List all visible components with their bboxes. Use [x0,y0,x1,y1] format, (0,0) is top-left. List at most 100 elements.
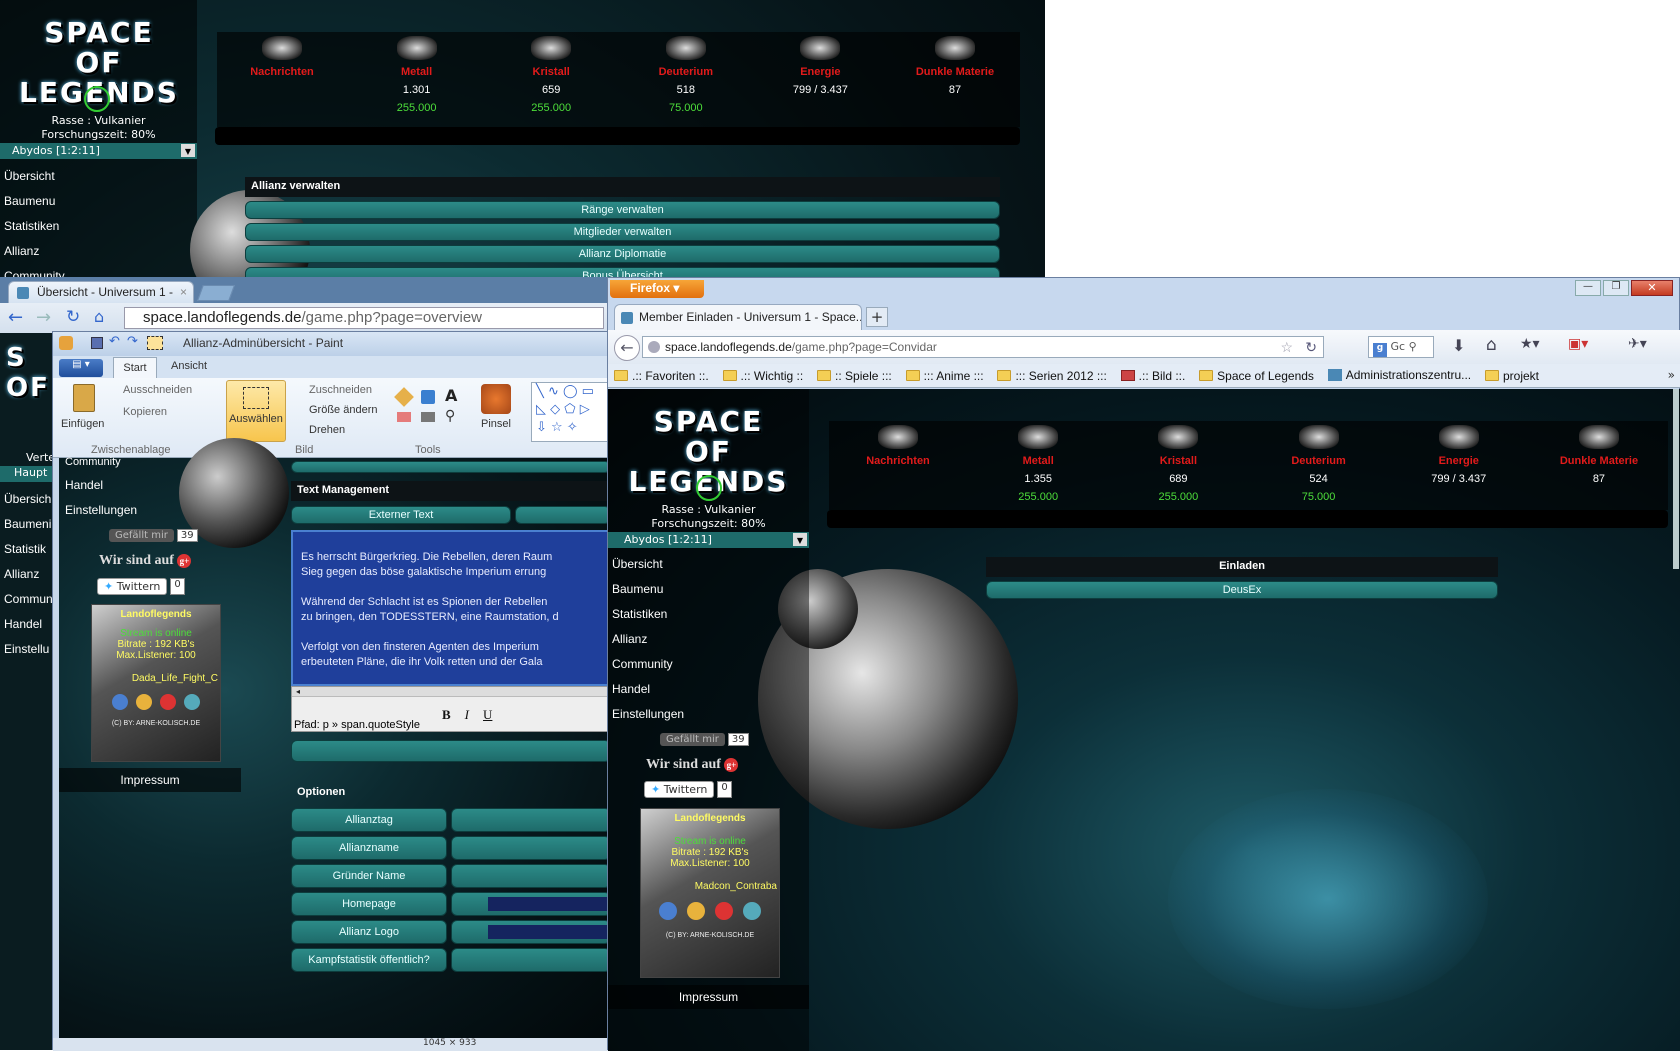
redo-icon[interactable]: ↷ [127,334,138,349]
color-picker-icon[interactable] [421,412,435,422]
resource-messages[interactable]: Nachrichten [217,36,347,114]
eraser-icon[interactable] [397,412,411,422]
clipboard-icon[interactable] [73,384,95,412]
bg-nav-item[interactable]: Baumenu [0,190,197,215]
bookmark-item[interactable]: .:: Bild ::. [1120,369,1185,383]
forward-arrow-icon[interactable]: → [36,307,51,328]
realplayer-icon[interactable] [160,694,176,710]
crop-button[interactable]: Zuschneiden [309,384,372,396]
copy-button[interactable]: Kopieren [123,406,167,418]
undo-icon[interactable]: ↶ [109,334,120,349]
underline-icon[interactable]: U [483,707,492,723]
chrome-tab[interactable]: Übersicht - Universum 1 - × [8,281,194,303]
option-value-field[interactable] [451,948,611,972]
impressum-link[interactable]: Impressum [59,768,241,792]
select-button[interactable]: Auswählen [226,380,286,442]
addon-icon[interactable]: ▣▾ [1568,336,1588,352]
back-arrow-icon[interactable]: ← [8,307,23,328]
ranks-button[interactable]: Ränge verwalten [245,201,1000,219]
google-plus-icon[interactable]: g+ [177,554,192,568]
extension-icon[interactable]: ✈▾ [1628,336,1647,352]
bookmark-item[interactable]: :: Spiele ::: [817,369,892,383]
tab-ansicht[interactable]: Ansicht [171,360,207,372]
firefox-tab[interactable]: Member Einladen - Universum 1 - Space... [614,304,862,330]
chrome-partial-planet[interactable]: Haupt [0,466,60,482]
itunes-icon[interactable] [184,694,200,710]
play-icon[interactable] [659,902,677,920]
invite-member-button[interactable]: DeusEx [986,581,1498,599]
nav-community[interactable]: Community [608,653,809,678]
bookmark-star-icon[interactable]: ☆ [1280,339,1293,356]
back-button[interactable]: ← [614,335,640,361]
shapes-gallery[interactable]: ╲ ∿ ◯ ▭ ◺ ◇ ⬠ ▷ ⇩ ☆ ✧ [531,382,611,442]
impressum-link[interactable]: Impressum [608,985,809,1009]
bookmark-item[interactable]: .:: Wichtig :: [722,369,803,383]
brush-icon[interactable] [481,384,511,414]
bookmark-item[interactable]: .:: Favoriten ::. [614,369,709,383]
homepage-input[interactable] [451,892,611,916]
realplayer-icon[interactable] [715,902,733,920]
download-icon[interactable]: ⬇ [1452,336,1465,355]
nav-build[interactable]: Baumenu [608,578,809,603]
bold-icon[interactable]: B [442,707,451,723]
nav-settings[interactable]: Einstellungen [608,703,809,728]
new-tab-button[interactable]: + [866,307,888,327]
cut-button[interactable]: Ausschneiden [123,384,192,396]
bookmarks-overflow-icon[interactable]: » [1668,368,1675,382]
reload-icon[interactable]: ↻ [66,307,80,327]
resource-messages[interactable]: Nachrichten [829,425,967,503]
tab-start[interactable]: Start [113,357,157,378]
rotate-button[interactable]: Drehen [309,424,345,436]
bg-nav-item[interactable]: Übersicht [0,165,197,190]
nav-overview[interactable]: Übersicht [608,553,809,578]
chrome-partial-nav-item[interactable]: Handel [0,613,60,638]
brush-button[interactable]: Pinsel [481,418,511,430]
reload-icon[interactable]: ↻ [1305,339,1317,356]
option-value-field[interactable] [451,864,611,888]
bg-nav-item[interactable]: Statistiken [0,215,197,240]
close-icon[interactable]: × [180,285,187,299]
option-value-field[interactable] [451,836,611,860]
winamp-icon[interactable] [136,694,152,710]
paint-file-menu-button[interactable]: ▤ ▾ [59,359,103,377]
tweet-button[interactable]: ✦ Twittern [644,781,715,798]
submit-bar[interactable] [291,740,611,762]
chrome-partial-nav-item[interactable]: Übersich [0,488,60,513]
search-icon[interactable]: ⚲ [1409,340,1417,353]
firefox-scrollbar[interactable] [1673,389,1679,569]
minimize-icon[interactable]: — [1575,280,1601,296]
google-plus-icon[interactable]: g+ [724,758,739,772]
diplomacy-button[interactable]: Allianz Diplomatie [245,245,1000,263]
external-text-button[interactable]: Externer Text [291,506,511,524]
save-icon[interactable] [91,337,103,349]
bookmark-item[interactable]: projekt [1484,369,1539,383]
paint-canvas[interactable]: Community Handel Einstellungen Gefällt m… [59,438,611,1038]
like-button[interactable]: Gefällt mir [660,733,725,746]
firefox-menu-button[interactable]: Firefox ▾ [610,280,704,298]
logo-input[interactable] [451,920,611,944]
close-icon[interactable]: ✕ [1631,280,1673,296]
paste-button[interactable]: Einfügen [61,418,104,430]
nav-statistics[interactable]: Statistiken [608,603,809,628]
italic-icon[interactable]: I [465,707,469,723]
fill-icon[interactable] [421,390,435,404]
tweet-button[interactable]: ✦ Twittern [97,578,168,595]
chrome-partial-nav-item[interactable]: Commun [0,588,60,613]
bookmark-item[interactable]: ::: Serien 2012 ::: [997,369,1107,383]
bookmark-item[interactable]: Administrationszentru... [1327,368,1471,382]
members-button[interactable]: Mitglieder verwalten [245,223,1000,241]
ff-planet-select[interactable]: Abydos [1:2:11] ▼ [608,532,809,548]
search-bar[interactable]: g Gc ⚲ [1368,336,1434,358]
editor-hscroll[interactable]: ◂ [292,687,610,697]
nav-trade[interactable]: Handel [608,678,809,703]
text-tab-2[interactable] [515,506,611,524]
text-icon[interactable]: A [445,386,457,405]
bookmarks-menu-icon[interactable]: ★▾ [1520,336,1540,352]
firefox-address-bar[interactable]: space.landoflegends.de/game.php?page=Con… [642,336,1324,358]
chrome-partial-nav-item[interactable]: Einstellu [0,638,60,663]
maximize-icon[interactable]: ❐ [1603,280,1629,296]
play-icon[interactable] [112,694,128,710]
chevron-down-icon[interactable]: ▼ [793,533,807,546]
bookmark-item[interactable]: Space of Legends [1199,369,1314,383]
select-quick-icon[interactable] [147,336,163,350]
